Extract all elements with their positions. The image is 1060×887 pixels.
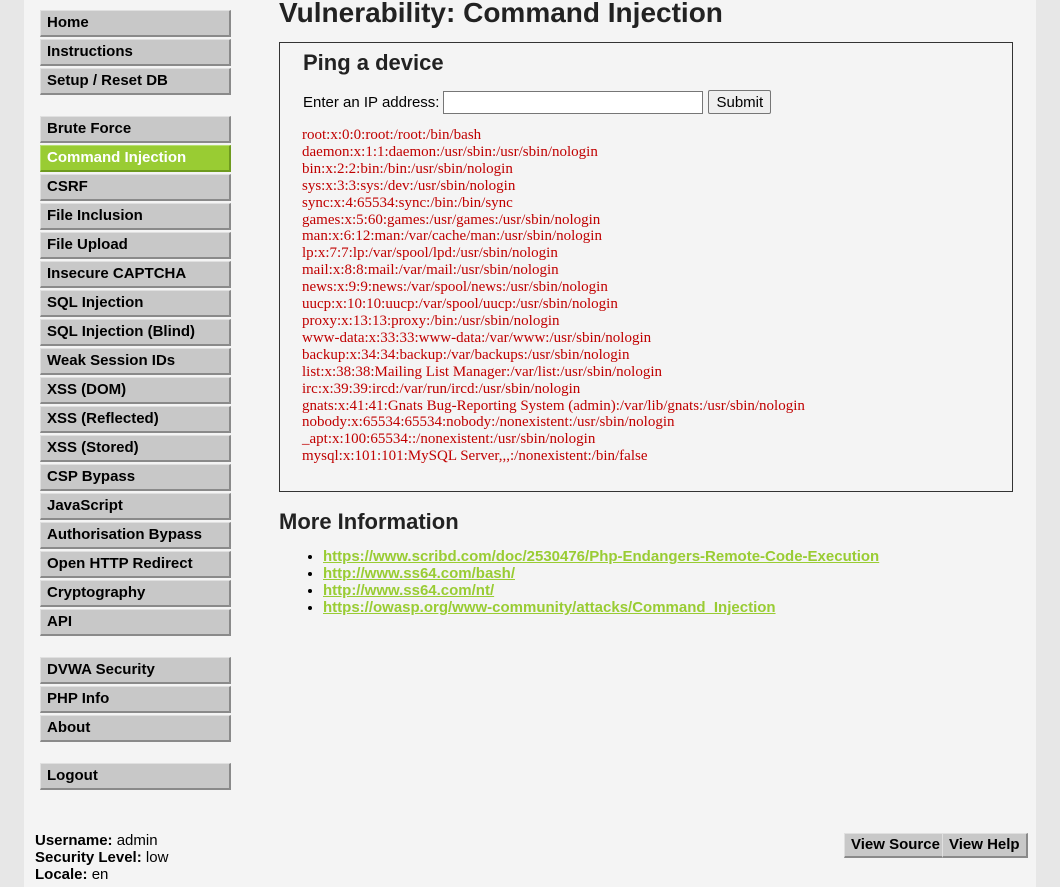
output-line: sync:x:4:65534:sync:/bin:/bin/sync — [302, 194, 513, 211]
list-item: http://www.ss64.com/bash/ — [323, 565, 879, 582]
sidebar-item-file-inclusion[interactable]: File Inclusion — [40, 203, 231, 230]
menu-group-main: Home Instructions Setup / Reset DB — [40, 10, 231, 95]
menu-group-vulnerabilities: Brute Force Command Injection CSRF File Inc… — [40, 116, 231, 636]
security-level-row: Security Level: low — [35, 849, 168, 866]
sidebar-item-file-upload[interactable]: File Upload — [40, 232, 231, 259]
sidebar-item-about[interactable]: About — [40, 715, 231, 742]
view-source-button[interactable]: View Source — [844, 833, 948, 858]
sidebar-item-csp-bypass[interactable]: CSP Bypass — [40, 464, 231, 491]
locale-label: Locale: — [35, 866, 88, 883]
submit-button[interactable]: Submit — [708, 90, 772, 114]
output-line: sys:x:3:3:sys:/dev:/usr/sbin/nologin — [302, 177, 516, 194]
output-line: lp:x:7:7:lp:/var/spool/lpd:/usr/sbin/nol… — [302, 245, 558, 262]
username-row: Username: admin — [35, 832, 168, 849]
more-info-link[interactable]: http://www.ss64.com/bash/ — [323, 565, 515, 582]
locale-row: Locale: en — [35, 866, 168, 883]
list-item: http://www.ss64.com/nt/ — [323, 582, 879, 599]
sidebar-item-home[interactable]: Home — [40, 10, 231, 37]
ping-form: Enter an IP address: Submit — [303, 90, 772, 114]
sidebar-item-xss-dom[interactable]: XSS (DOM) — [40, 377, 231, 404]
sidebar-item-insecure-captcha[interactable]: Insecure CAPTCHA — [40, 261, 231, 288]
sidebar-item-command-injection[interactable]: Command Injection — [40, 145, 231, 172]
output-line: nobody:x:65534:65534:nobody:/nonexistent… — [302, 414, 675, 431]
output-line: gnats:x:41:41:Gnats Bug-Reporting System… — [302, 397, 805, 414]
ip-label: Enter an IP address: — [303, 93, 440, 111]
sidebar-item-logout[interactable]: Logout — [40, 763, 231, 790]
user-info: Username: admin Security Level: low Loca… — [35, 832, 168, 883]
sidebar-item-dvwa-security[interactable]: DVWA Security — [40, 657, 231, 684]
output-line: uucp:x:10:10:uucp:/var/spool/uucp:/usr/s… — [302, 296, 618, 313]
output-line: man:x:6:12:man:/var/cache/man:/usr/sbin/… — [302, 228, 602, 245]
sidebar-item-weak-session-ids[interactable]: Weak Session IDs — [40, 348, 231, 375]
sidebar-item-instructions[interactable]: Instructions — [40, 39, 231, 66]
output-line: backup:x:34:34:backup:/var/backups:/usr/… — [302, 346, 630, 363]
output-line: proxy:x:13:13:proxy:/bin:/usr/sbin/nolog… — [302, 312, 560, 329]
command-output: root:x:0:0:root:/root:/bin/bash daemon:x… — [302, 127, 805, 465]
sidebar-item-xss-reflected[interactable]: XSS (Reflected) — [40, 406, 231, 433]
output-line: list:x:38:38:Mailing List Manager:/var/l… — [302, 363, 662, 380]
sidebar-item-brute-force[interactable]: Brute Force — [40, 116, 231, 143]
sidebar-item-cryptography[interactable]: Cryptography — [40, 580, 231, 607]
output-line: irc:x:39:39:ircd:/var/run/ircd:/usr/sbin… — [302, 380, 581, 397]
output-line: mail:x:8:8:mail:/var/mail:/usr/sbin/nolo… — [302, 262, 559, 279]
vulnerability-box: Ping a device Enter an IP address: Submi… — [279, 42, 1013, 492]
more-info-heading: More Information — [279, 509, 459, 534]
output-line: daemon:x:1:1:daemon:/usr/sbin:/usr/sbin/… — [302, 143, 598, 160]
output-line: bin:x:2:2:bin:/bin:/usr/sbin/nologin — [302, 160, 513, 177]
output-line: games:x:5:60:games:/usr/games:/usr/sbin/… — [302, 211, 601, 228]
view-help-button[interactable]: View Help — [942, 833, 1028, 858]
sidebar-item-authorisation-bypass[interactable]: Authorisation Bypass — [40, 522, 231, 549]
sidebar-menu: Home Instructions Setup / Reset DB Brute F… — [40, 0, 231, 792]
username-label: Username: — [35, 832, 113, 849]
list-item: https://owasp.org/www-community/attacks/… — [323, 599, 879, 616]
output-line: www-data:x:33:33:www-data:/var/www:/usr/… — [302, 329, 652, 346]
box-title: Ping a device — [303, 50, 444, 75]
page-title: Vulnerability: Command Injection — [279, 0, 723, 28]
sidebar-item-php-info[interactable]: PHP Info — [40, 686, 231, 713]
security-level-value: low — [145, 849, 169, 866]
more-info-links: https://www.scribd.com/doc/2530476/Php-E… — [279, 548, 879, 616]
more-info-link[interactable]: http://www.ss64.com/nt/ — [323, 582, 494, 599]
output-line: _apt:x:100:65534::/nonexistent:/usr/sbin… — [302, 431, 596, 448]
sidebar-item-javascript[interactable]: JavaScript — [40, 493, 231, 520]
sidebar-item-sql-injection-blind[interactable]: SQL Injection (Blind) — [40, 319, 231, 346]
list-item: https://www.scribd.com/doc/2530476/Php-E… — [323, 548, 879, 565]
output-line: root:x:0:0:root:/root:/bin/bash — [302, 127, 482, 143]
username-value: admin — [116, 832, 158, 849]
security-level-label: Security Level: — [35, 849, 142, 866]
sidebar-item-sql-injection[interactable]: SQL Injection — [40, 290, 231, 317]
more-info-link[interactable]: https://owasp.org/www-community/attacks/… — [323, 599, 776, 616]
output-line: mysql:x:101:101:MySQL Server,,,:/nonexis… — [302, 448, 648, 465]
sidebar-item-api[interactable]: API — [40, 609, 231, 636]
sidebar-item-open-http-redirect[interactable]: Open HTTP Redirect — [40, 551, 231, 578]
menu-group-logout: Logout — [40, 763, 231, 790]
sidebar-item-setup-reset-db[interactable]: Setup / Reset DB — [40, 68, 231, 95]
sidebar-item-xss-stored[interactable]: XSS (Stored) — [40, 435, 231, 462]
sidebar-item-csrf[interactable]: CSRF — [40, 174, 231, 201]
locale-value: en — [91, 866, 109, 883]
menu-group-settings: DVWA Security PHP Info About — [40, 657, 231, 742]
ip-address-input[interactable] — [443, 90, 704, 114]
more-info-link[interactable]: https://www.scribd.com/doc/2530476/Php-E… — [323, 548, 879, 565]
page-container: Home Instructions Setup / Reset DB Brute F… — [24, 0, 1036, 887]
output-line: news:x:9:9:news:/var/spool/news:/usr/sbi… — [302, 279, 608, 296]
